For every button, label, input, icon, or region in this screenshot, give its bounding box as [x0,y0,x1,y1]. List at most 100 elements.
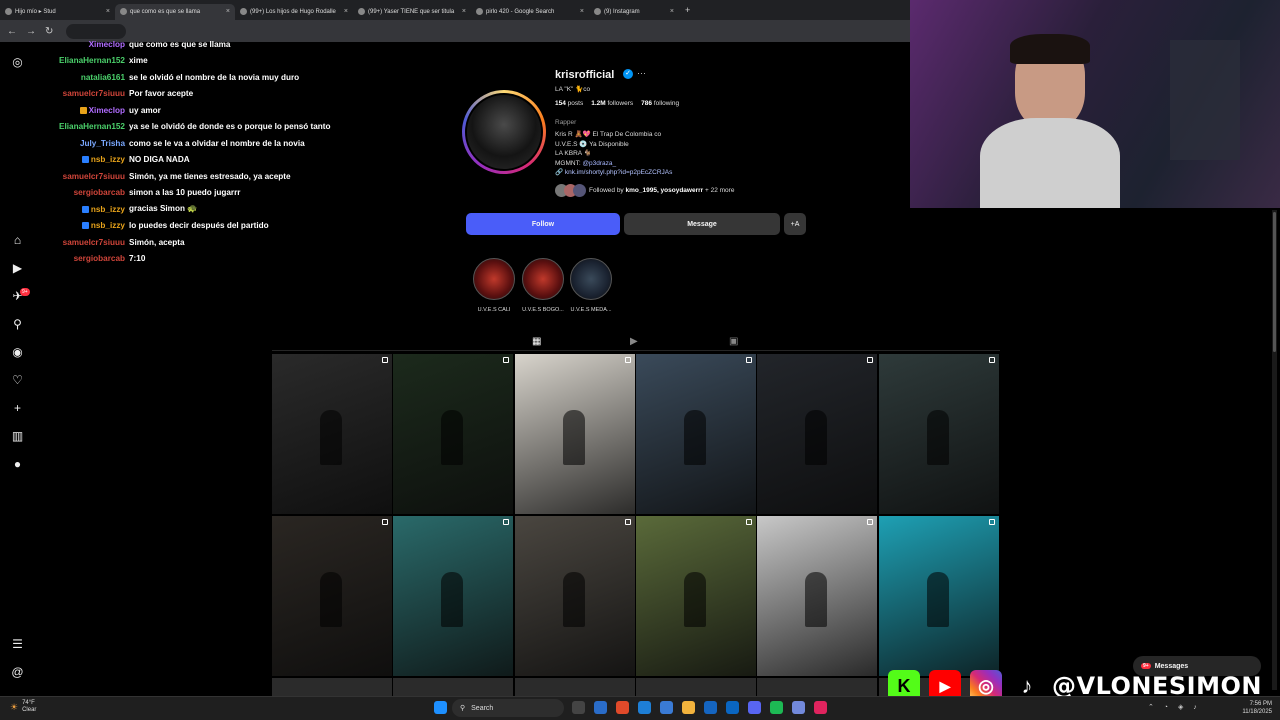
chat-username[interactable]: ElianaHernan152 [48,122,125,131]
taskbar-app-icon[interactable] [704,701,717,714]
suggested-users-button[interactable]: +A [784,213,806,235]
menu-icon[interactable]: ☰ [10,636,25,651]
message-button[interactable]: Message [624,213,780,235]
browser-tab[interactable]: pirlo 420 - Google Search × [471,4,589,20]
explore-icon[interactable]: ◉ [10,344,25,359]
browser-tab[interactable]: (99+) Yaser TIENE que ser titula × [353,4,471,20]
browser-tab-bar: Hijo mío ▸ Stud × que como es que se llama… [0,0,910,20]
browser-tab[interactable]: (99+) Los hijos de Hugo Rodalle × [235,4,353,20]
tab-close-icon[interactable]: × [462,8,466,15]
tab-title: (99+) Yaser TIENE que ser titula [368,8,455,15]
post-thumbnail[interactable] [272,678,392,696]
browser-tab[interactable]: (9) Instagram × [589,4,679,20]
post-thumbnail[interactable] [272,354,392,514]
chat-username[interactable]: sergiobarcab [48,254,125,263]
tab-title: que como es que se llama [130,8,201,15]
post-thumbnail[interactable] [878,516,999,676]
chat-message: nsb_izzy NO DIGA NADA [48,152,388,169]
taskbar-app-icon[interactable] [594,701,607,714]
taskbar-app-icon[interactable] [638,701,651,714]
system-tray[interactable]: ⌃ ◔ ◈ ♪ [1148,703,1201,711]
profile-icon[interactable]: ● [10,456,25,471]
instagram-icon[interactable]: ◎ [10,54,25,69]
followed-by[interactable]: Followed by kmo_1995, yosoydawerrr + 22 … [555,184,734,197]
forward-icon[interactable]: → [26,26,36,37]
post-thumbnail[interactable] [757,516,878,676]
chat-username[interactable]: July_Trisha [48,139,125,148]
chat-username[interactable]: ElianaHernan152 [48,56,125,65]
scrollbar-thumb[interactable] [1273,212,1276,352]
taskbar-app-icon[interactable] [726,701,739,714]
reload-icon[interactable]: ↻ [45,26,53,37]
back-icon[interactable]: ← [7,26,17,37]
reels-tab-icon[interactable]: ▶ [630,336,638,347]
chat-username[interactable]: nsb_izzy [48,205,125,214]
followed-by-avatars [555,184,586,197]
threads-icon[interactable]: @ [10,664,25,679]
home-icon[interactable]: ⌂ [10,232,25,247]
taskbar-app-icon[interactable] [616,701,629,714]
followers-count[interactable]: 1.2M followers [591,100,633,107]
posts-grid-icon[interactable]: ▦ [532,336,541,347]
highlight[interactable]: U.V.E.S CALI [471,258,517,313]
taskbar-app-icon[interactable] [682,701,695,714]
highlight-cover [570,258,612,300]
tab-close-icon[interactable]: × [226,8,230,15]
post-thumbnail[interactable] [757,678,878,696]
post-thumbnail[interactable] [635,354,756,514]
highlight[interactable]: U.V.E.S MEDA... [568,258,614,313]
taskbar-app-icon[interactable] [748,701,761,714]
tab-close-icon[interactable]: × [670,8,674,15]
mgmnt-link[interactable]: @p3draza_ [582,160,616,167]
chat-username[interactable]: sergiobarcab [48,188,125,197]
reels-icon[interactable]: ▶ [10,260,25,275]
chat-username[interactable]: samuelcr7siuuu [48,172,125,181]
post-thumbnail[interactable] [635,678,756,696]
start-icon[interactable] [434,701,447,714]
chat-username[interactable]: samuelcr7siuuu [48,238,125,247]
chat-username[interactable]: Ximeclop [48,40,125,49]
avatar[interactable] [465,93,543,171]
taskbar-app-icon[interactable] [660,701,673,714]
taskbar-app-icon[interactable] [792,701,805,714]
post-thumbnail[interactable] [393,516,514,676]
post-thumbnail[interactable] [514,678,635,696]
chat-username[interactable]: samuelcr7siuuu [48,89,125,98]
chat-username[interactable]: nsb_izzy [48,155,125,164]
dashboard-icon[interactable]: ▥ [10,428,25,443]
weather-widget[interactable]: ☀ 74°F Clear [10,700,36,714]
chat-text: se le olvidó el nombre de la novia muy d… [129,72,300,82]
post-thumbnail[interactable] [514,354,635,514]
post-thumbnail[interactable] [393,354,514,514]
post-thumbnail[interactable] [635,516,756,676]
tab-close-icon[interactable]: × [344,8,348,15]
taskbar-clock[interactable]: 7:56 PM 11/18/2025 [1236,700,1272,716]
taskbar-app-icon[interactable] [770,701,783,714]
browser-tab[interactable]: que como es que se llama × [115,3,235,20]
follow-button[interactable]: Follow [466,213,620,235]
following-count[interactable]: 786 following [641,100,679,107]
taskbar-app-icon[interactable] [814,701,827,714]
chat-text: gracias Simon 🐢 [129,204,198,214]
post-thumbnail[interactable] [757,354,878,514]
tagged-tab-icon[interactable]: ▣ [729,336,738,347]
chat-username[interactable]: Ximeclop [48,106,125,115]
taskbar-app-icon[interactable] [572,701,585,714]
post-thumbnail[interactable] [514,516,635,676]
notifications-icon[interactable]: ♡ [10,372,25,387]
tab-close-icon[interactable]: × [580,8,584,15]
highlight[interactable]: U.V.E.S BOGO... [520,258,566,313]
browser-tab[interactable]: Hijo mío ▸ Stud × [0,4,115,20]
post-thumbnail[interactable] [393,678,514,696]
post-thumbnail[interactable] [272,516,392,676]
tab-close-icon[interactable]: × [106,8,110,15]
post-thumbnail[interactable] [878,354,999,514]
chat-username[interactable]: natalia6161 [48,73,125,82]
chat-username[interactable]: nsb_izzy [48,221,125,230]
create-icon[interactable]: + [10,400,25,415]
profile-link[interactable]: 🔗 knk.im/shortyl.php?id=p2pEcZCRJAs [555,168,672,176]
search-icon[interactable]: ⚲ [10,316,25,331]
more-options-icon[interactable]: ··· [637,68,646,78]
taskbar-search[interactable]: ⚲ Search [452,699,564,717]
new-tab-icon[interactable]: + [685,5,690,15]
